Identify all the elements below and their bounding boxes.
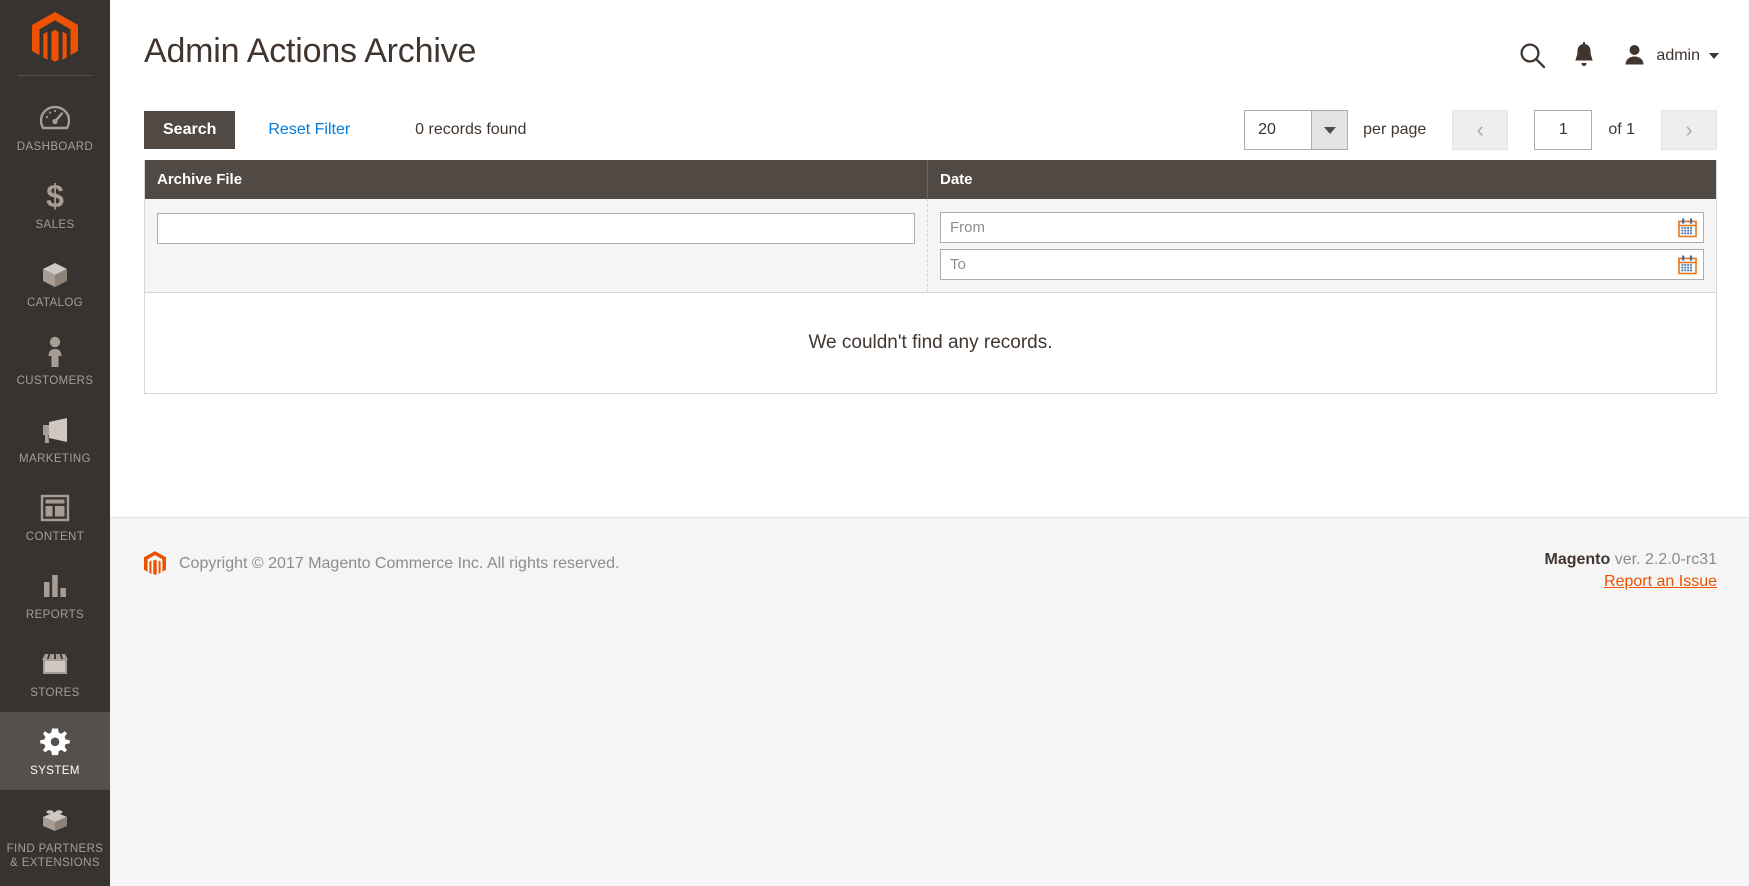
header-tools: admin: [1519, 22, 1719, 69]
records-found-text: 0 records found: [415, 121, 527, 138]
grid-filter-row: [145, 199, 1716, 293]
sidebar-item-sales[interactable]: $ SALES: [0, 166, 110, 244]
person-icon: [44, 335, 66, 369]
megaphone-icon: [39, 413, 71, 447]
page-title: Admin Actions Archive: [144, 32, 477, 70]
page-footer: Copyright © 2017 Magento Commerce Inc. A…: [110, 517, 1749, 886]
filter-cell-date: [928, 199, 1716, 292]
date-to-input[interactable]: [940, 249, 1704, 280]
filter-cell-archive-file: [145, 199, 928, 292]
sidebar-logo[interactable]: [0, 0, 110, 75]
grid-header-row: Archive File Date: [145, 160, 1716, 199]
sidebar-item-system[interactable]: SYSTEM: [0, 712, 110, 790]
sidebar-item-content[interactable]: CONTENT: [0, 478, 110, 556]
bar-chart-icon: [41, 569, 69, 603]
total-pages-label: of 1: [1608, 121, 1635, 138]
sidebar-item-label: STORES: [30, 687, 80, 699]
page-number-input[interactable]: [1534, 110, 1593, 150]
chevron-right-icon: ›: [1685, 117, 1693, 142]
sidebar-item-label: MARKETING: [19, 453, 91, 465]
date-to-field: [940, 249, 1704, 280]
sidebar-item-label: SYSTEM: [30, 765, 80, 777]
empty-records-message: We couldn't find any records.: [145, 293, 1716, 393]
footer-left: Copyright © 2017 Magento Commerce Inc. A…: [144, 551, 619, 576]
copyright-text: Copyright © 2017 Magento Commerce Inc. A…: [179, 554, 620, 572]
column-header-archive-file[interactable]: Archive File: [145, 160, 928, 199]
calendar-icon[interactable]: [1678, 254, 1697, 274]
admin-user-menu[interactable]: admin: [1622, 43, 1719, 68]
date-from-input[interactable]: [940, 212, 1704, 243]
date-from-field: [940, 212, 1704, 243]
user-avatar-icon: [1625, 45, 1644, 65]
sidebar-item-label-line2: & EXTENSIONS: [10, 857, 100, 869]
sidebar-item-find-partners-extensions[interactable]: FIND PARTNERS & EXTENSIONS: [0, 790, 110, 886]
brand-name: Magento: [1544, 551, 1611, 568]
svg-text:$: $: [46, 180, 64, 212]
version-number: ver. 2.2.0-rc31: [1610, 551, 1717, 568]
chevron-left-icon: ‹: [1476, 117, 1484, 142]
sidebar-item-label: CATALOG: [26, 297, 84, 309]
sidebar-item-label: SALES: [35, 219, 75, 231]
sidebar-item-label: CUSTOMERS: [16, 375, 94, 387]
sidebar-item-label-line1: FIND PARTNERS: [6, 843, 104, 855]
main-sidebar: DASHBOARD $ SALES CATALOG CUSTOMERS MARK…: [0, 0, 110, 886]
per-page-select[interactable]: 20: [1244, 110, 1349, 150]
sidebar-item-reports[interactable]: REPORTS: [0, 556, 110, 634]
sidebar-item-stores[interactable]: STORES: [0, 634, 110, 712]
sidebar-item-catalog[interactable]: CATALOG: [0, 244, 110, 322]
column-header-date[interactable]: Date: [928, 160, 1716, 199]
main-area: Admin Actions Archive admin Search Reset…: [110, 0, 1749, 886]
version-text: Magento ver. 2.2.0-rc31: [1545, 551, 1718, 569]
archive-grid: Archive File Date From To We couldn't fi…: [144, 160, 1717, 394]
search-button[interactable]: Search: [144, 111, 236, 149]
per-page-value: 20: [1258, 121, 1276, 138]
search-icon[interactable]: [1519, 42, 1546, 69]
sidebar-item-customers[interactable]: CUSTOMERS: [0, 322, 110, 400]
bell-icon[interactable]: [1572, 42, 1596, 69]
sidebar-item-dashboard[interactable]: DASHBOARD: [0, 88, 110, 166]
previous-page-button[interactable]: ‹: [1452, 110, 1509, 150]
grid-toolbar: Search Reset Filter 0 records found 20 p…: [144, 100, 1717, 160]
page-header: Admin Actions Archive admin: [110, 0, 1749, 92]
blocks-icon: [39, 803, 71, 837]
gauge-icon: [40, 101, 70, 135]
storefront-icon: [39, 647, 71, 681]
chevron-down-icon: [1311, 111, 1348, 149]
sidebar-item-label: CONTENT: [25, 531, 85, 543]
admin-page: DASHBOARD $ SALES CATALOG CUSTOMERS MARK…: [0, 0, 1749, 886]
magento-logo-icon: [32, 11, 78, 62]
archive-file-filter-input[interactable]: [157, 213, 915, 244]
pagination-controls: 20 per page ‹ of 1 ›: [1244, 110, 1717, 150]
gear-icon: [40, 725, 70, 759]
admin-username: admin: [1656, 46, 1700, 64]
sidebar-divider: [18, 75, 92, 76]
reset-filter-button[interactable]: Reset Filter: [268, 121, 350, 139]
sidebar-item-label: DASHBOARD: [16, 141, 94, 153]
next-page-button[interactable]: ›: [1661, 110, 1717, 150]
sidebar-item-label: REPORTS: [25, 609, 85, 621]
per-page-label: per page: [1363, 121, 1427, 138]
chevron-down-icon: [1709, 52, 1719, 59]
sidebar-item-marketing[interactable]: MARKETING: [0, 400, 110, 478]
box-icon: [39, 257, 71, 291]
footer-right: Magento ver. 2.2.0-rc31 Report an Issue: [1545, 551, 1718, 591]
magento-logo-icon: [144, 551, 166, 575]
calendar-icon[interactable]: [1678, 217, 1697, 237]
dollar-icon: $: [43, 179, 67, 213]
layout-icon: [40, 491, 70, 525]
report-issue-link[interactable]: Report an Issue: [1604, 573, 1717, 591]
page-content: Search Reset Filter 0 records found 20 p…: [110, 92, 1749, 517]
